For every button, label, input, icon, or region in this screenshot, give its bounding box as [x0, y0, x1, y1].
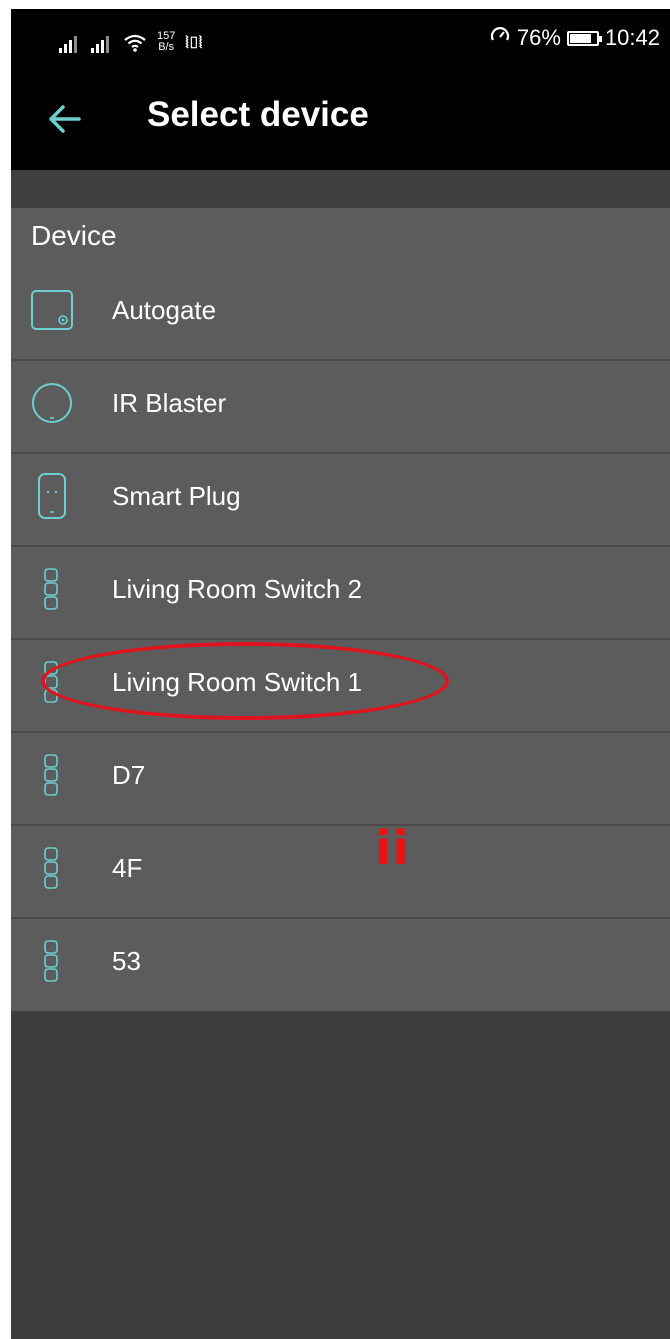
clock: 10:42	[604, 25, 660, 50]
device-row-living-room-switch-2[interactable]: Living Room Switch 2	[11, 547, 670, 640]
device-label: 4F	[112, 853, 143, 883]
annotation-ellipse	[41, 642, 449, 720]
signal-icon	[91, 35, 113, 53]
device-label: Autogate	[112, 295, 217, 325]
data-saver-icon	[489, 24, 511, 52]
page-title: Select device	[147, 95, 369, 134]
device-label: IR Blaster	[112, 388, 227, 418]
device-label: Living Room Switch 2	[112, 574, 362, 604]
signal-icon	[59, 35, 81, 53]
battery-icon	[566, 30, 602, 46]
switch-icon	[29, 564, 75, 614]
device-row-autogate[interactable]: Autogate	[11, 268, 670, 361]
phone-screen: 157 B/s ⦚▯⦚ 76% 10:42 Select device Devi…	[11, 9, 670, 1339]
switch-icon	[29, 936, 75, 986]
device-row-smart-plug[interactable]: Smart Plug	[11, 454, 670, 547]
device-label: D7	[112, 760, 146, 790]
ir-blaster-icon	[29, 378, 75, 428]
status-bar: 157 B/s ⦚▯⦚ 76% 10:42	[11, 9, 670, 67]
device-list: Device Autogate IR Blaster Smart Plug Li…	[11, 208, 670, 1011]
device-row-53[interactable]: 53	[11, 919, 670, 1012]
device-row-d7[interactable]: D7	[11, 733, 670, 826]
switch-icon	[29, 843, 75, 893]
header-spacer	[11, 170, 670, 208]
network-speed: 157 B/s	[157, 31, 175, 53]
device-label: Smart Plug	[112, 481, 241, 511]
smart-plug-icon	[29, 471, 75, 521]
vibrate-icon: ⦚▯⦚	[185, 35, 202, 52]
device-row-ir-blaster[interactable]: IR Blaster	[11, 361, 670, 454]
device-label: 53	[112, 946, 141, 976]
autogate-icon	[29, 285, 75, 335]
switch-icon	[29, 750, 75, 800]
device-row-4f[interactable]: 4F	[11, 826, 670, 919]
annotation-label: ii	[375, 821, 411, 875]
back-arrow-icon[interactable]	[45, 101, 85, 137]
section-header: Device	[31, 220, 117, 251]
network-speed-unit: B/s	[158, 41, 175, 53]
battery-percent: 76%	[516, 25, 561, 50]
app-bar: Select device	[11, 67, 670, 170]
status-left-group: 157 B/s ⦚▯⦚	[59, 23, 202, 53]
wifi-icon	[123, 33, 147, 53]
status-right-group: 76% 10:42	[489, 23, 660, 53]
